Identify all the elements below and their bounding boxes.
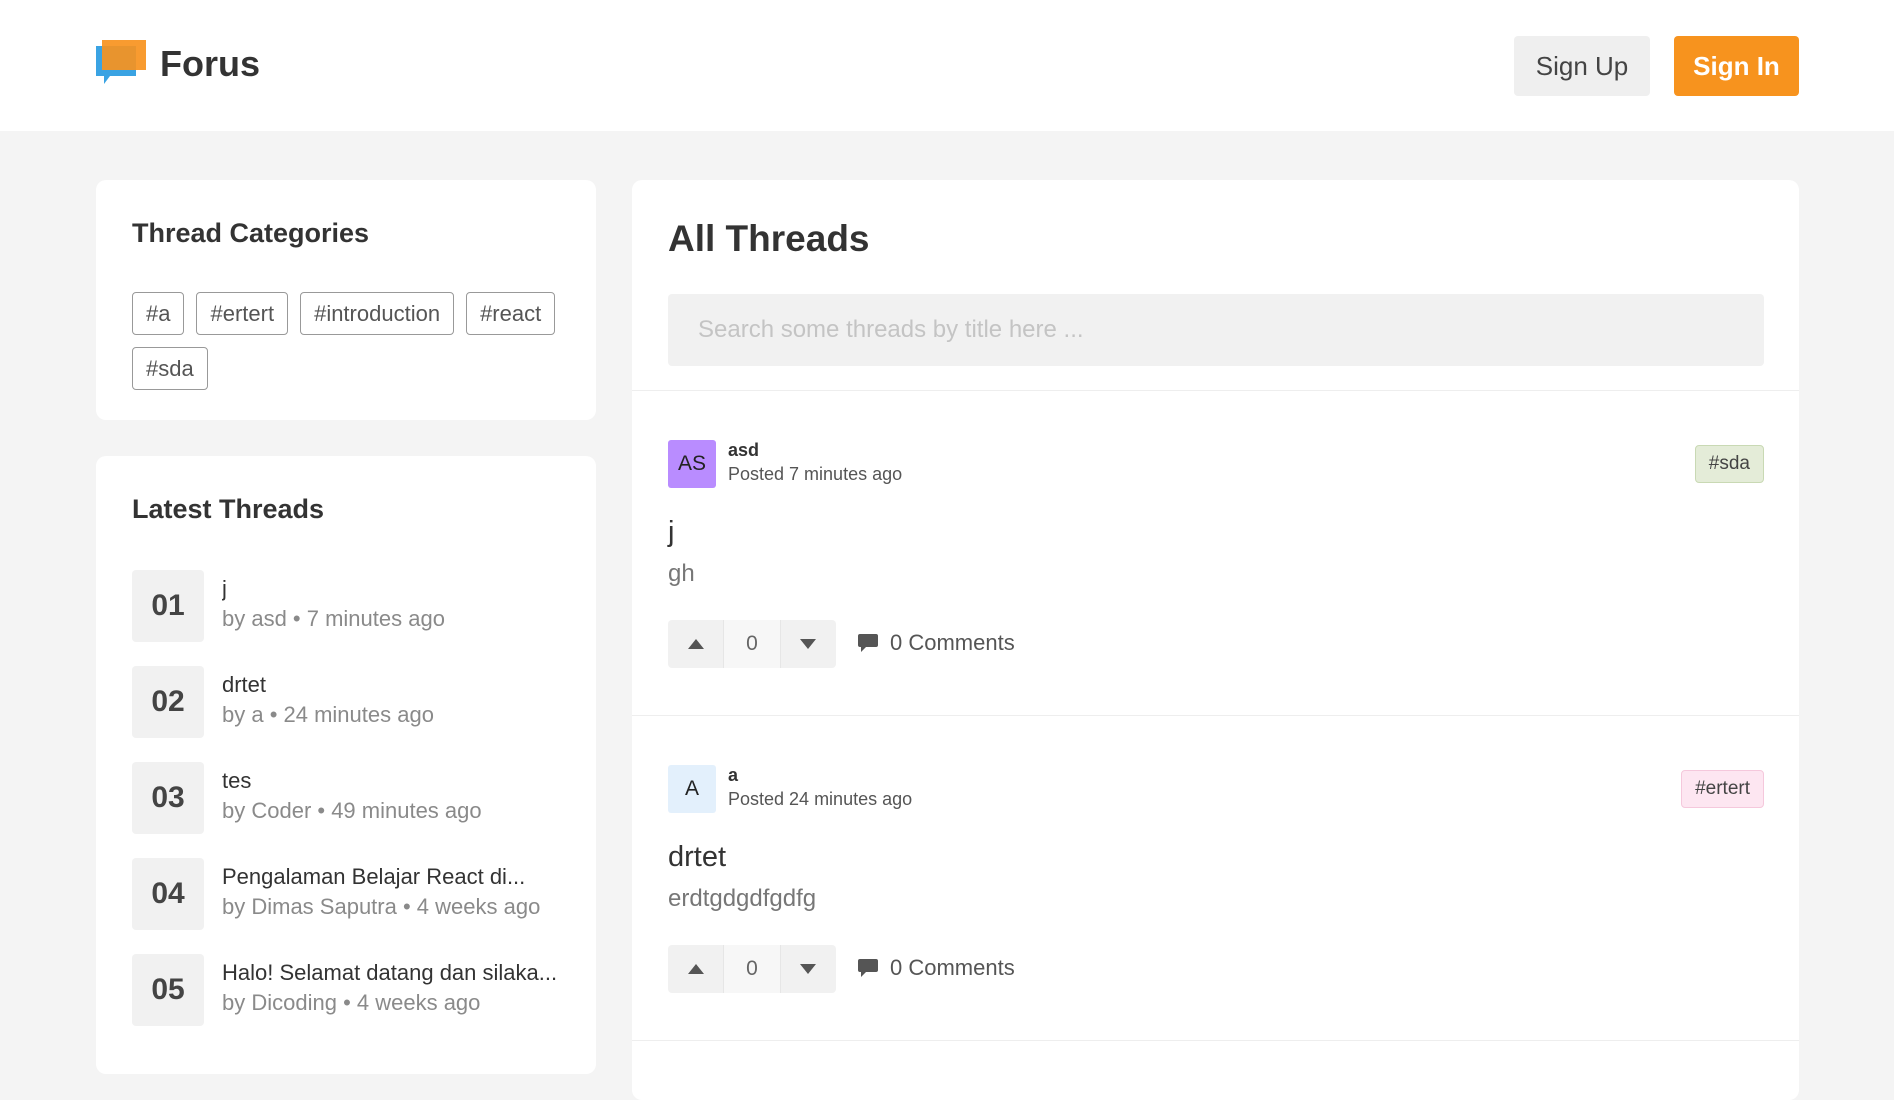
latest-threads-heading: Latest Threads [132, 494, 325, 524]
search-input[interactable] [668, 294, 1764, 366]
thread-categories-card: Thread Categories #a #ertert #introducti… [96, 180, 596, 420]
latest-thread-meta: by Dimas Saputra • 4 weeks ago [222, 894, 541, 919]
rank-number: 04 [132, 858, 204, 930]
triangle-down-icon [800, 639, 817, 649]
latest-thread-item[interactable]: 02 drtet by a • 24 minutes ago [132, 666, 582, 762]
thread-body: gh [668, 560, 695, 587]
thread-title[interactable]: j [668, 516, 674, 549]
rank-number: 01 [132, 570, 204, 642]
latest-thread-meta: by a • 24 minutes ago [222, 702, 434, 727]
thread-author[interactable]: a [728, 765, 738, 786]
category-tag-list: #a #ertert #introduction #react #sda [132, 292, 572, 390]
rank-number: 05 [132, 954, 204, 1026]
vote-control: 0 [668, 945, 836, 993]
latest-thread-item[interactable]: 04 Pengalaman Belajar React di... by Dim… [132, 858, 582, 954]
downvote-button[interactable] [780, 945, 836, 993]
app-name: Forus [160, 43, 261, 84]
rank-number: 02 [132, 666, 204, 738]
upvote-button[interactable] [668, 945, 724, 993]
triangle-down-icon [800, 964, 817, 974]
vote-control: 0 [668, 620, 836, 668]
chat-bubble-icon [96, 40, 146, 88]
thread-category-badge[interactable]: #ertert [1681, 770, 1764, 808]
comment-icon [858, 634, 878, 652]
thread-author[interactable]: asd [728, 440, 759, 461]
categories-heading: Thread Categories [132, 218, 370, 248]
latest-thread-title[interactable]: j [222, 576, 572, 602]
latest-thread-title[interactable]: drtet [222, 672, 572, 698]
brand-logo[interactable]: Forus [96, 40, 260, 88]
thread-timestamp: Posted 24 minutes ago [728, 789, 913, 809]
triangle-up-icon [687, 639, 704, 649]
latest-thread-item[interactable]: 03 tes by Coder • 49 minutes ago [132, 762, 582, 858]
thread-body: erdtgdgdfgdfg [668, 885, 817, 912]
latest-thread-meta: by Coder • 49 minutes ago [222, 798, 482, 823]
comment-icon [858, 959, 878, 977]
latest-thread-item[interactable]: 01 j by asd • 7 minutes ago [132, 570, 582, 666]
downvote-button[interactable] [780, 620, 836, 668]
category-tag[interactable]: #react [466, 292, 556, 335]
page-title: All Threads [668, 218, 870, 259]
comments-link[interactable]: 0 Comments [858, 955, 1015, 981]
thread-title[interactable]: drtet [668, 841, 726, 874]
latest-threads-card: Latest Threads 01 j by asd • 7 minutes a… [96, 456, 596, 1074]
category-tag[interactable]: #a [132, 292, 185, 335]
latest-thread-title[interactable]: tes [222, 768, 572, 794]
vote-count: 0 [723, 620, 781, 668]
thread-timestamp: Posted 7 minutes ago [728, 464, 903, 484]
latest-thread-meta: by Dicoding • 4 weeks ago [222, 990, 481, 1015]
divider [632, 1040, 1799, 1041]
thread-card: AS asd Posted 7 minutes ago #sda j gh 0 … [668, 440, 1764, 670]
thread-category-badge[interactable]: #sda [1694, 445, 1764, 483]
thread-card: A a Posted 24 minutes ago #ertert drtet … [668, 765, 1764, 995]
all-threads-card: All Threads AS asd Posted 7 minutes ago … [632, 180, 1799, 1100]
latest-threads-list: 01 j by asd • 7 minutes ago 02 drtet by … [132, 570, 582, 1050]
category-tag[interactable]: #introduction [300, 292, 455, 335]
comments-count: 0 Comments [890, 630, 1015, 655]
latest-thread-title[interactable]: Pengalaman Belajar React di... [222, 864, 572, 890]
comments-link[interactable]: 0 Comments [858, 630, 1015, 656]
sign-in-button[interactable]: Sign In [1674, 36, 1799, 96]
latest-thread-item[interactable]: 05 Halo! Selamat datang dan silaka... by… [132, 954, 582, 1050]
avatar[interactable]: AS [668, 440, 716, 488]
category-tag[interactable]: #sda [132, 347, 208, 390]
sign-up-button[interactable]: Sign Up [1514, 36, 1650, 96]
divider [632, 715, 1799, 716]
latest-thread-title[interactable]: Halo! Selamat datang dan silaka... [222, 960, 572, 986]
vote-count: 0 [723, 945, 781, 993]
comments-count: 0 Comments [890, 955, 1015, 980]
upvote-button[interactable] [668, 620, 724, 668]
avatar[interactable]: A [668, 765, 716, 813]
rank-number: 03 [132, 762, 204, 834]
latest-thread-meta: by asd • 7 minutes ago [222, 606, 445, 631]
divider [632, 390, 1799, 391]
top-navbar: Forus Sign Up Sign In [0, 0, 1894, 131]
category-tag[interactable]: #ertert [196, 292, 289, 335]
triangle-up-icon [687, 964, 704, 974]
